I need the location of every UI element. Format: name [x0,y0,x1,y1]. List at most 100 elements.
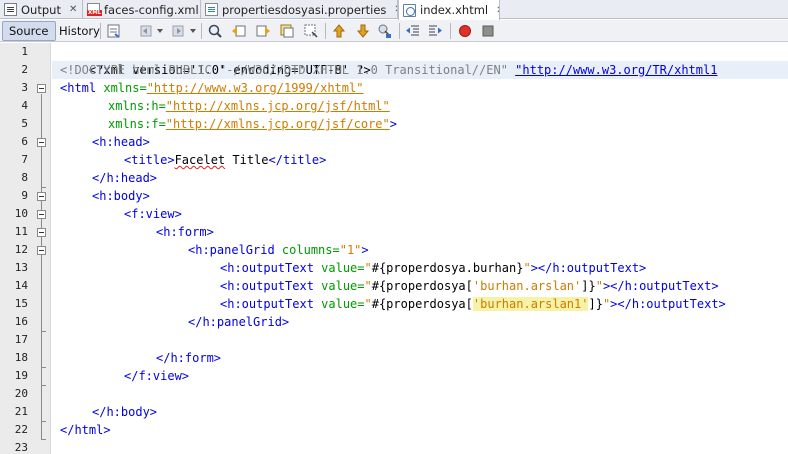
line-number: 22 [14,423,28,436]
code-line-2: <!DOCTYPE html PUBLIC "-//W3C//DTD XHTML… [60,61,717,79]
el-expression: #{properdosya.burhan} [371,261,524,275]
line-number: 1 [21,45,28,58]
el-expression-end: ]} [581,279,596,293]
line-number: 13 [14,261,28,274]
line-number: 15 [14,297,28,310]
line-number: 8 [21,171,28,184]
el-expression-end: ]} [588,297,603,311]
shift-right-icon[interactable] [427,23,443,39]
quote: " [364,261,372,275]
toggle-highlight-icon[interactable] [303,23,319,39]
doctype-declaration: <!DOCTYPE html PUBLIC "-//W3C//DTD XHTML… [60,63,516,77]
fold-toggle-icon[interactable] [37,84,46,93]
code-line-5: xmlns:f="http://xmlns.jcp.org/jsf/core"> [108,115,397,133]
fold-toggle-icon[interactable] [37,210,46,219]
tab-index-xhtml-label: index.xhtml [420,3,489,17]
code-line-4: xmlns:h="http://xmlns.jcp.org/jsf/html" [108,97,390,115]
attr-name: value= [313,297,365,311]
close-icon[interactable]: ✕ [69,4,77,15]
toolbar-separator [201,23,202,39]
shift-left-icon[interactable] [405,23,421,39]
attr-name: xmlns:f= [108,117,166,131]
line-number: 14 [14,279,28,292]
tab-output-label: Output [21,2,61,17]
tab-index-xhtml[interactable]: index.xhtml ✕ [398,0,500,20]
last-edit-icon[interactable] [106,23,122,39]
view-close-tag: </f:view> [124,369,190,383]
line-number: 12 [14,243,28,256]
code-line-8: </h:head> [92,169,157,187]
previous-bookmark-icon[interactable] [331,23,347,39]
html-close-tag: </html> [60,423,111,437]
start-macro-recording-icon[interactable] [457,23,473,39]
form-close-tag: </h:form> [156,351,222,365]
toggle-bookmark-icon[interactable] [377,23,393,39]
line-number: 23 [14,441,28,454]
title-text: Title [225,153,269,167]
tab-output[interactable]: Output ✕ [0,0,83,19]
line-number: 2 [21,63,28,76]
xhtml-file-icon [403,3,416,17]
code-line-15: <h:outputText value="#{properdosya['burh… [220,295,726,313]
toolbar-separator [325,23,326,39]
next-bookmark-icon[interactable] [355,23,371,39]
attr-name: xmlns= [96,81,147,95]
code-line-9: <h:body> [92,187,150,205]
attr-value: "http://xmlns.jcp.org/jsf/core" [165,117,390,131]
line-number: 10 [14,207,28,220]
outputtext-tag: <h:outputText [220,261,314,275]
fold-toggle-icon[interactable] [37,246,46,255]
attr-name: value= [313,279,365,293]
code-line-14: <h:outputText value="#{properdosya['burh… [220,277,719,295]
el-expression: #{properdosya[ [371,297,473,311]
el-expression: #{properdosya[ [371,279,473,293]
find-previous-icon[interactable] [231,23,247,39]
source-view-button[interactable]: Source [2,21,56,41]
forward-icon[interactable] [170,23,186,39]
find-selection-icon[interactable] [279,23,295,39]
line-number: 20 [14,387,28,400]
line-number: 16 [14,315,28,328]
doctype-url: "http://www.w3.org/TR/xhtml1 [515,63,718,77]
form-open-tag: <h:form> [156,225,214,239]
tab-faces-config[interactable]: faces-config.xml ✕ [83,0,201,19]
find-icon[interactable] [207,23,223,39]
editor-tab-bar: Output ✕ faces-config.xml ✕ propertiesdo… [0,0,788,20]
back-icon[interactable] [138,23,154,39]
fold-end-marker [41,331,46,332]
editor-toolbar: Source History [0,20,788,42]
view-open-tag: <f:view> [124,207,182,221]
stop-macro-recording-icon[interactable] [480,23,496,39]
fold-toggle-icon[interactable] [37,228,46,237]
tag-end: > [361,243,369,257]
code-line-11: <h:form> [156,223,214,241]
head-close-tag: </h:head> [92,171,158,185]
quote: " [595,279,603,293]
fold-end-marker [41,187,46,188]
close-icon[interactable]: ✕ [496,5,499,16]
tab-properties[interactable]: propertiesdosyasi.properties ✕ [201,0,398,19]
title-text-word: Facelet [174,153,226,167]
head-open-tag: <h:head> [92,135,150,149]
find-next-icon[interactable] [255,23,271,39]
outputtext-close-tag: ></h:outputText> [530,261,647,275]
code-line-16: </h:panelGrid> [188,313,289,331]
code-editor[interactable]: <?xml version='1.0' encoding='UTF-8' ?> … [52,43,788,454]
history-view-button[interactable]: History [53,21,106,41]
attr-value: "http://www.w3.org/1999/xhtml" [146,81,364,95]
code-line-12: <h:panelGrid columns="1"> [188,241,369,259]
code-line-19: </f:view> [124,367,189,385]
fold-toggle-icon[interactable] [37,138,46,147]
code-line-22: </html> [60,421,111,439]
code-line-1: <?xml version='1.0' encoding='UTF-8' ?> [60,43,371,77]
forward-dropdown-icon[interactable] [190,29,196,33]
line-number: 3 [21,81,28,94]
fold-end-marker [41,385,46,386]
fold-toggle-icon[interactable] [37,192,46,201]
title-open-tag: <title> [124,153,175,167]
code-line-6: <h:head> [92,133,150,151]
tab-properties-label: propertiesdosyasi.properties [222,2,387,17]
back-dropdown-icon[interactable] [157,29,163,33]
output-icon [4,3,17,16]
body-open-tag: <h:body> [92,189,150,203]
